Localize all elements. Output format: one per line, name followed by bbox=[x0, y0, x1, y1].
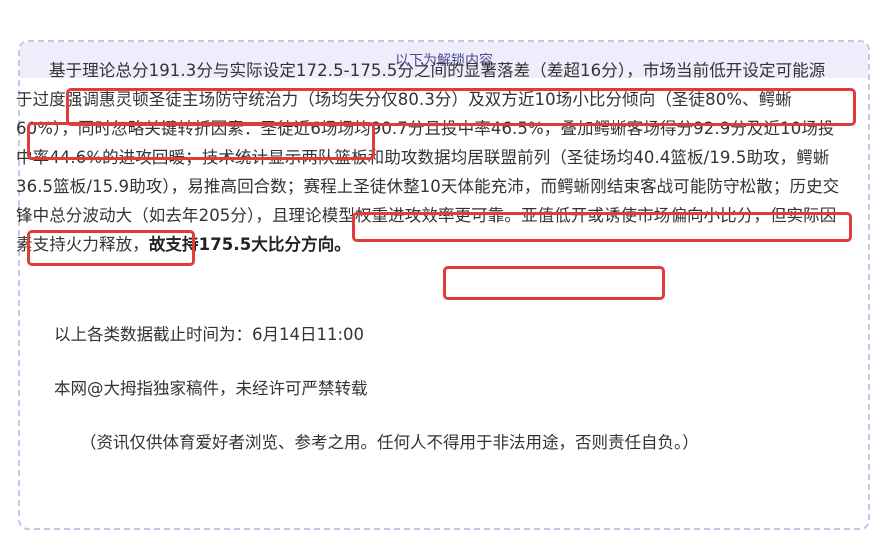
disclaimer-note: （资讯仅供体育爱好者浏览、参考之用。任何人不得用于非法用途，否则责任自负。） bbox=[80, 433, 699, 452]
conclusion-text: 故支持175.5大比分方向。 bbox=[148, 235, 351, 254]
data-cutoff-note: 以上各类数据截止时间为：6月14日11:00 bbox=[54, 325, 365, 344]
analysis-paragraph: 基于理论总分191.3分与实际设定172.5-175.5分之间的显著落差（差超1… bbox=[16, 56, 840, 259]
analysis-body: 基于理论总分191.3分与实际设定172.5-175.5分之间的显著落差（差超1… bbox=[16, 56, 840, 259]
copyright-note: 本网@大拇指独家稿件，未经许可严禁转载 bbox=[54, 379, 368, 398]
analysis-text: 基于理论总分191.3分与实际设定172.5-175.5分之间的显著落差（差超1… bbox=[16, 61, 840, 254]
